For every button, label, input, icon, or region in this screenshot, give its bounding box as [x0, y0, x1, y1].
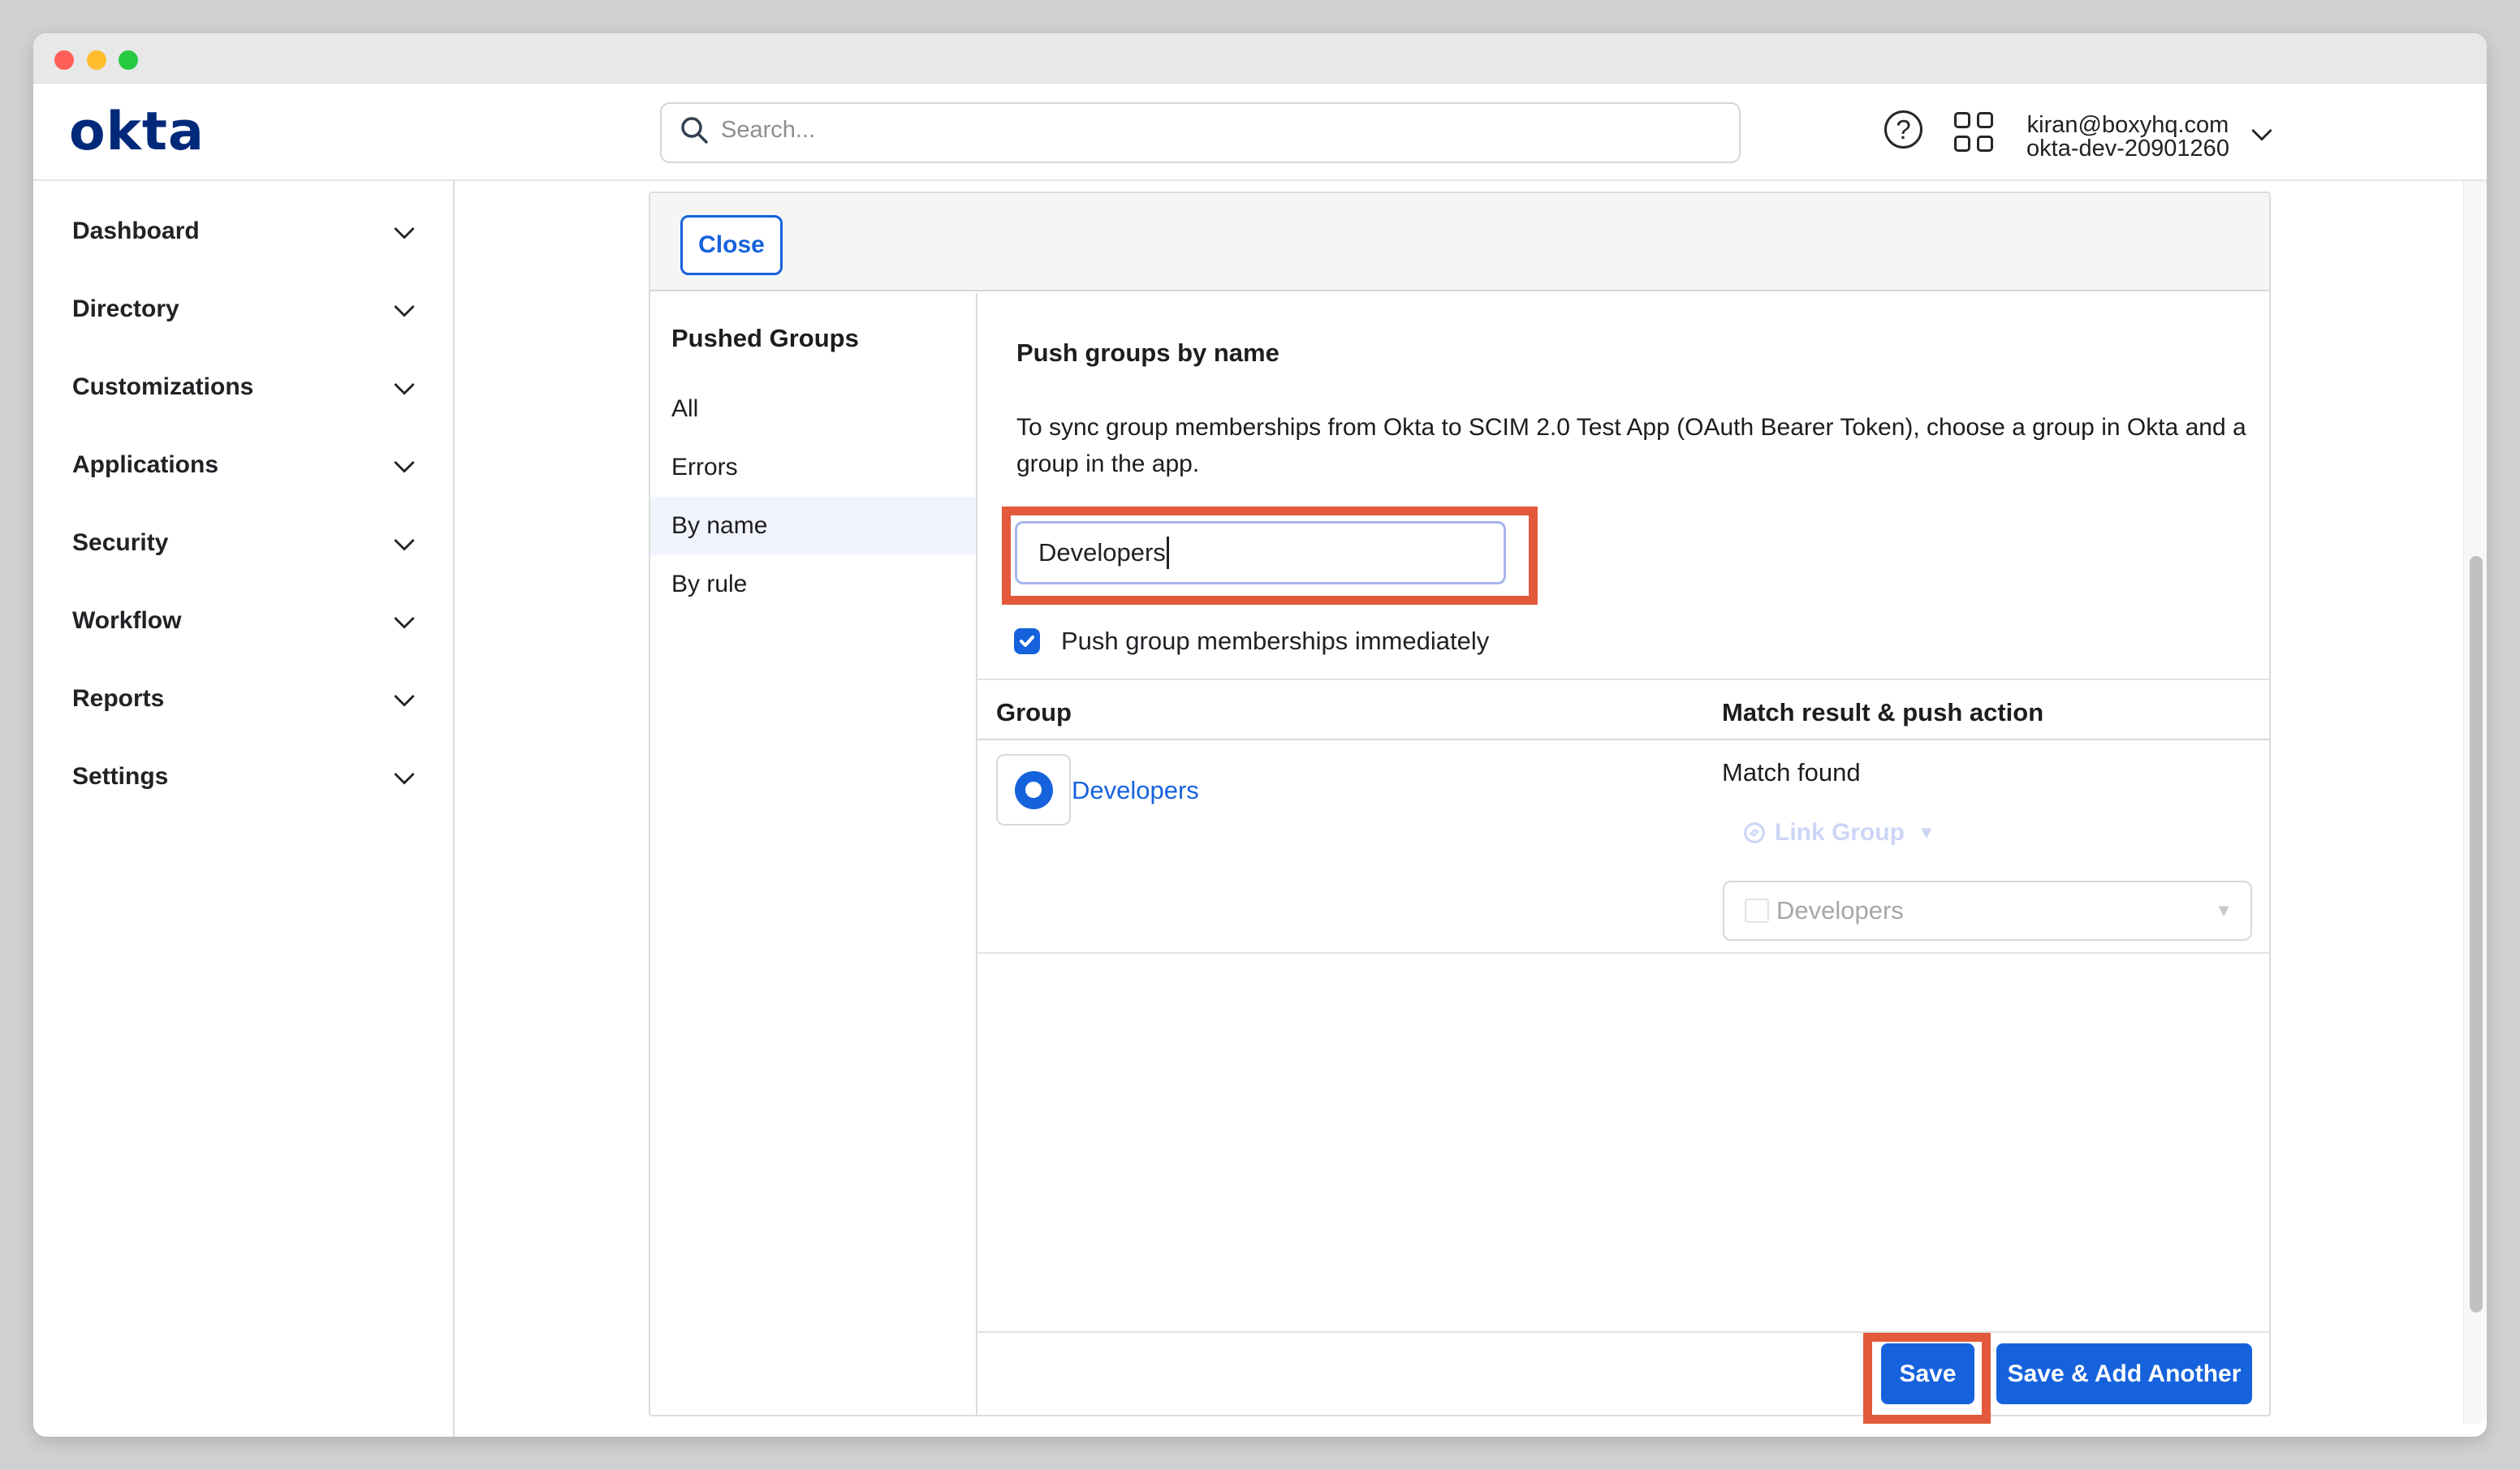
user-org: okta-dev-20901260	[2014, 137, 2242, 161]
sidebar-nav: Dashboard Directory Customizations Appli…	[33, 181, 455, 1437]
user-menu-chevron-icon[interactable]	[2255, 123, 2269, 138]
footer-border	[977, 1331, 2271, 1333]
text-cursor	[1167, 537, 1169, 569]
user-account-menu[interactable]: kiran@boxyhq.com okta-dev-20901260	[2014, 114, 2242, 161]
sidebar-item-workflow[interactable]: Workflow	[33, 582, 453, 660]
check-icon	[1017, 632, 1037, 651]
sidebar-item-security[interactable]: Security	[33, 504, 453, 582]
sidebar-item-settings[interactable]: Settings	[33, 738, 453, 816]
nav-item-by-name[interactable]: By name	[650, 497, 976, 555]
table-header-border	[977, 739, 2271, 740]
sidebar-item-customizations[interactable]: Customizations	[33, 348, 453, 426]
user-email: kiran@boxyhq.com	[2014, 114, 2242, 137]
search-input[interactable]: Search...	[660, 102, 1741, 163]
group-avatar	[996, 754, 1071, 826]
match-status: Match found	[1722, 758, 1861, 787]
link-icon	[1744, 822, 1765, 843]
group-match-dropdown[interactable]: Developers ▼	[1723, 881, 2252, 941]
chevron-down-icon	[394, 686, 414, 706]
push-groups-panel: Close Pushed Groups All Errors By name B…	[649, 192, 2271, 1416]
sidebar-item-reports[interactable]: Reports	[33, 660, 453, 738]
sidebar-item-directory[interactable]: Directory	[33, 270, 453, 348]
sidebar-item-applications[interactable]: Applications	[33, 426, 453, 504]
dropdown-caret-icon: ▼	[2215, 900, 2233, 921]
chevron-down-icon	[394, 608, 414, 628]
search-placeholder: Search...	[721, 117, 815, 144]
link-group-button[interactable]: Link Group ▼	[1744, 819, 1935, 847]
top-navbar: okta Search... ? kiran@boxyhq.com okta-d…	[33, 84, 2487, 181]
browser-window: okta Search... ? kiran@boxyhq.com okta-d…	[33, 33, 2487, 1437]
close-button[interactable]: Close	[680, 215, 783, 275]
chevron-down-icon	[394, 452, 414, 472]
okta-logo[interactable]: okta	[69, 106, 205, 158]
group-link[interactable]: Developers	[1072, 776, 1199, 805]
window-titlebar	[33, 33, 2487, 84]
sidebar-item-dashboard[interactable]: Dashboard	[33, 192, 453, 270]
zoom-window-button[interactable]	[119, 50, 138, 70]
table-row-border	[977, 952, 2271, 954]
link-group-caret-icon: ▼	[1918, 822, 1935, 843]
panel-header: Close	[650, 193, 2269, 291]
apps-grid-icon[interactable]	[1954, 112, 1993, 152]
chevron-down-icon	[394, 296, 414, 317]
section-description: To sync group memberships from Okta to S…	[1016, 409, 2271, 482]
close-window-button[interactable]	[54, 50, 74, 70]
chevron-down-icon	[394, 374, 414, 394]
okta-group-icon	[1015, 771, 1053, 809]
chevron-down-icon	[394, 218, 414, 239]
save-add-another-button[interactable]: Save & Add Another	[1996, 1343, 2252, 1404]
chevron-down-icon	[394, 530, 414, 550]
push-immediately-checkbox[interactable]	[1014, 628, 1040, 654]
group-name-input[interactable]: Developers	[1015, 521, 1506, 584]
chevron-down-icon	[394, 764, 414, 784]
nav-item-by-rule[interactable]: By rule	[650, 555, 976, 614]
nav-item-errors[interactable]: Errors	[650, 438, 976, 497]
pushed-groups-title: Pushed Groups	[671, 324, 859, 353]
column-header-match: Match result & push action	[1722, 698, 2043, 727]
save-button[interactable]: Save	[1881, 1343, 1974, 1404]
dropdown-group-icon	[1745, 899, 1769, 923]
vertical-scrollbar[interactable]	[2470, 556, 2483, 1313]
push-immediately-label: Push group memberships immediately	[1061, 627, 1489, 655]
column-header-group: Group	[996, 698, 1072, 727]
search-icon	[680, 115, 709, 144]
table-top-border	[977, 679, 2271, 680]
help-icon[interactable]: ?	[1884, 110, 1922, 149]
minimize-window-button[interactable]	[87, 50, 106, 70]
section-heading: Push groups by name	[1016, 338, 1279, 368]
push-by-name-content: Push groups by name To sync group member…	[977, 293, 2271, 1416]
nav-item-all[interactable]: All	[650, 380, 976, 438]
pushed-groups-nav: Pushed Groups All Errors By name By rule	[650, 293, 977, 1416]
